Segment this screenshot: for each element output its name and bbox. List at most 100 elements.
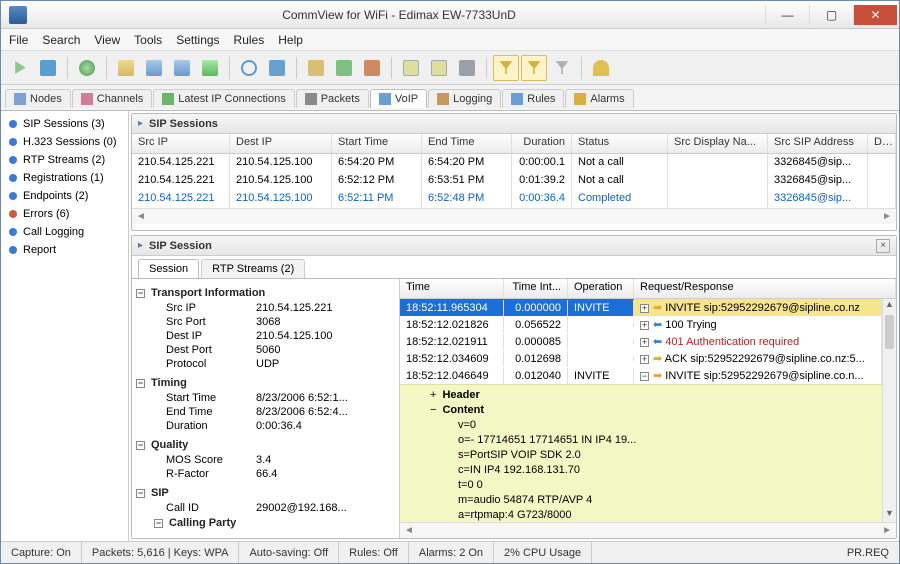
message-row[interactable]: 18:52:12.0466490.012040INVITE−➡ INVITE s… (400, 367, 882, 384)
session-tab[interactable]: RTP Streams (2) (201, 259, 305, 278)
col-time[interactable]: Time (400, 279, 504, 298)
menu-help[interactable]: Help (278, 33, 303, 47)
expand-toggle[interactable]: + (640, 338, 649, 347)
wrench-button[interactable] (454, 55, 480, 81)
cols3-button[interactable] (359, 55, 385, 81)
sidebar-item[interactable]: H.323 Sessions (0) (3, 133, 126, 151)
session-row[interactable]: 210.54.125.221210.54.125.1006:52:12 PM6:… (132, 172, 896, 190)
bullet-icon (9, 156, 17, 164)
collapse-icon[interactable]: ▸ (138, 240, 143, 251)
menu-search[interactable]: Search (42, 33, 80, 47)
message-row[interactable]: 18:52:11.9653040.000000INVITE+➡ INVITE s… (400, 299, 882, 316)
minimize-button[interactable]: — (765, 5, 809, 25)
filter-button[interactable] (264, 55, 290, 81)
menu-rules[interactable]: Rules (234, 33, 265, 47)
tab-voip[interactable]: VoIP (370, 89, 427, 108)
tree-toggle[interactable]: − (154, 519, 163, 528)
expand-toggle[interactable]: − (430, 404, 436, 416)
paint-button[interactable] (197, 55, 223, 81)
tab-packets[interactable]: Packets (296, 89, 369, 108)
sidebar-item[interactable]: RTP Streams (2) (3, 151, 126, 169)
col-operation[interactable]: Operation (568, 279, 634, 298)
col-duration[interactable]: Duration (512, 134, 572, 153)
content-line: c=IN IP4 192.168.131.70 (430, 462, 878, 477)
tree-toggle[interactable]: − (136, 441, 145, 450)
property-row: Dest IP210.54.125.100 (136, 329, 395, 343)
tab-label: Logging (453, 93, 492, 105)
save-as-button[interactable] (169, 55, 195, 81)
session-row[interactable]: 210.54.125.221210.54.125.1006:52:11 PM6:… (132, 190, 896, 208)
bullet-icon (9, 120, 17, 128)
collapse-icon[interactable]: ▸ (138, 118, 143, 129)
funnel1-button[interactable] (493, 55, 519, 81)
col-dest-disp[interactable]: Dest Display (868, 134, 896, 153)
sidebar-item[interactable]: Endpoints (2) (3, 187, 126, 205)
messages-hscroll[interactable]: ◄► (400, 522, 896, 538)
cols1-button[interactable] (303, 55, 329, 81)
tree-toggle[interactable]: − (136, 489, 145, 498)
sidebar-label: H.323 Sessions (0) (23, 136, 117, 148)
globe-button[interactable] (74, 55, 100, 81)
sidebar-item[interactable]: Registrations (1) (3, 169, 126, 187)
content-line: o=- 17714651 17714651 IN IP4 19... (430, 432, 878, 447)
col-src-ip[interactable]: Src IP (132, 134, 230, 153)
session-details: −Transport InformationSrc IP210.54.125.2… (132, 279, 400, 538)
ip-button[interactable] (426, 55, 452, 81)
tree-toggle[interactable]: − (136, 379, 145, 388)
tab-channels[interactable]: Channels (72, 89, 152, 108)
tab-logging[interactable]: Logging (428, 89, 501, 108)
col-req-res[interactable]: Request/Response (634, 279, 896, 298)
play-button[interactable] (7, 55, 33, 81)
sidebar-item[interactable]: Call Logging (3, 223, 126, 241)
cols2-button[interactable] (331, 55, 357, 81)
search-button[interactable] (236, 55, 262, 81)
sidebar-label: Registrations (1) (23, 172, 104, 184)
tab-rules[interactable]: Rules (502, 89, 564, 108)
expand-toggle[interactable]: + (640, 321, 649, 330)
maximize-button[interactable]: ▢ (809, 5, 853, 25)
expand-toggle[interactable]: + (640, 355, 649, 364)
section-title: Timing (151, 377, 187, 389)
status-rules: Rules: Off (339, 542, 409, 563)
mac-button[interactable] (398, 55, 424, 81)
message-row[interactable]: 18:52:12.0218260.056522+⬅ 100 Trying (400, 316, 882, 333)
message-row[interactable]: 18:52:12.0346090.012698+➡ ACK sip:529522… (400, 350, 882, 367)
col-time-int[interactable]: Time Int... (504, 279, 568, 298)
col-src-sip[interactable]: Src SIP Address (768, 134, 868, 153)
open-button[interactable] (113, 55, 139, 81)
menu-file[interactable]: File (9, 33, 28, 47)
save-button[interactable] (141, 55, 167, 81)
sidebar-item[interactable]: Errors (6) (3, 205, 126, 223)
col-status[interactable]: Status (572, 134, 668, 153)
menu-view[interactable]: View (94, 33, 120, 47)
menu-tools[interactable]: Tools (134, 33, 162, 47)
close-panel-button[interactable]: × (876, 239, 890, 253)
col-dest-ip[interactable]: Dest IP (230, 134, 332, 153)
property-row: ProtocolUDP (136, 357, 395, 371)
tab-nodes[interactable]: Nodes (5, 89, 71, 108)
sidebar-item[interactable]: SIP Sessions (3) (3, 115, 126, 133)
expand-toggle[interactable]: + (640, 304, 649, 313)
direction-icon: ➡ (653, 302, 662, 314)
funnel2-button[interactable] (521, 55, 547, 81)
col-end-time[interactable]: End Time (422, 134, 512, 153)
session-row[interactable]: 210.54.125.221210.54.125.1006:54:20 PM6:… (132, 154, 896, 172)
tree-toggle[interactable]: − (136, 289, 145, 298)
tab-latest-ip-connections[interactable]: Latest IP Connections (153, 89, 294, 108)
stop-button[interactable] (35, 55, 61, 81)
close-button[interactable]: ✕ (853, 5, 897, 25)
col-start-time[interactable]: Start Time (332, 134, 422, 153)
sessions-hscroll[interactable]: ◄► (132, 208, 896, 224)
expand-toggle[interactable]: + (430, 389, 436, 401)
expand-toggle[interactable]: − (640, 372, 649, 381)
menu-settings[interactable]: Settings (176, 33, 219, 47)
vscrollbar[interactable]: ▲▼ (882, 299, 896, 522)
col-src-dn[interactable]: Src Display Na... (668, 134, 768, 153)
tab-alarms[interactable]: Alarms (565, 89, 633, 108)
sidebar-item[interactable]: Report (3, 241, 126, 259)
message-row[interactable]: 18:52:12.0219110.000085+⬅ 401 Authentica… (400, 333, 882, 350)
key-button[interactable] (588, 55, 614, 81)
funnel3-button[interactable] (549, 55, 575, 81)
property-row: End Time8/23/2006 6:52:4... (136, 405, 395, 419)
session-tab[interactable]: Session (138, 259, 199, 278)
